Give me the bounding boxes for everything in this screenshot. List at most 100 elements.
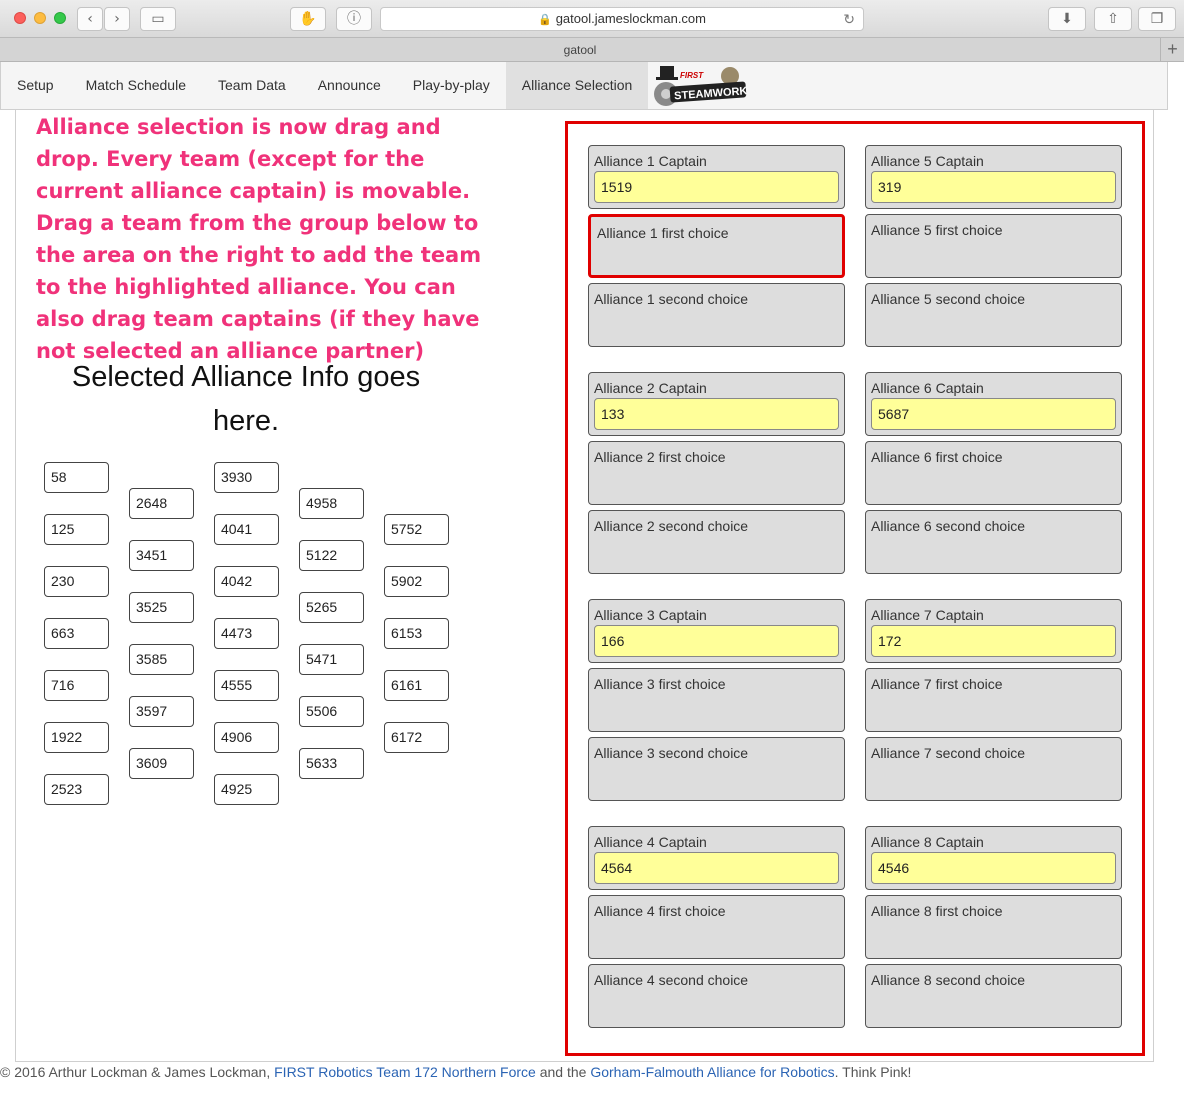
- alliance-2-captain-team[interactable]: 133: [594, 398, 839, 430]
- zoom-window-icon[interactable]: [54, 12, 66, 24]
- team-172-link[interactable]: FIRST Robotics Team 172 Northern Force: [274, 1064, 536, 1080]
- slot-label: Alliance 3 Captain: [594, 607, 707, 623]
- alliance-1-second-choice-slot[interactable]: Alliance 1 second choice: [588, 283, 845, 347]
- team-663[interactable]: 663: [44, 618, 109, 649]
- alliance-7-captain-slot[interactable]: Alliance 7 Captain 172: [865, 599, 1122, 663]
- team-4473[interactable]: 4473: [214, 618, 279, 649]
- team-4041[interactable]: 4041: [214, 514, 279, 545]
- team-716[interactable]: 716: [44, 670, 109, 701]
- team-5752[interactable]: 5752: [384, 514, 449, 545]
- slot-label: Alliance 7 Captain: [871, 607, 984, 623]
- alliance-7-captain-team[interactable]: 172: [871, 625, 1116, 657]
- slot-label: Alliance 5 first choice: [871, 222, 1003, 238]
- team-3585[interactable]: 3585: [129, 644, 194, 675]
- team-125[interactable]: 125: [44, 514, 109, 545]
- team-6172[interactable]: 6172: [384, 722, 449, 753]
- tab-play-by-play[interactable]: Play-by-play: [397, 62, 506, 109]
- team-4042[interactable]: 4042: [214, 566, 279, 597]
- alliance-8-first-choice-slot[interactable]: Alliance 8 first choice: [865, 895, 1122, 959]
- sidebar-icon[interactable]: ▭: [140, 7, 176, 31]
- close-window-icon[interactable]: [14, 12, 26, 24]
- instructions-annotation: Alliance selection is now drag and drop.…: [36, 115, 482, 363]
- share-icon[interactable]: ⇧: [1094, 7, 1132, 31]
- alliance-8-second-choice-slot[interactable]: Alliance 8 second choice: [865, 964, 1122, 1028]
- footer: © 2016 Arthur Lockman & James Lockman, F…: [0, 1064, 912, 1080]
- alliance-4-captain-team[interactable]: 4564: [594, 852, 839, 884]
- extension-icon[interactable]: ✋: [290, 7, 326, 31]
- alliance-7-first-choice-slot[interactable]: Alliance 7 first choice: [865, 668, 1122, 732]
- alliance-8-captain-team[interactable]: 4546: [871, 852, 1116, 884]
- team-6153[interactable]: 6153: [384, 618, 449, 649]
- alliance-5-captain-slot[interactable]: Alliance 5 Captain 319: [865, 145, 1122, 209]
- forward-icon[interactable]: ›: [104, 7, 130, 31]
- team-1922[interactable]: 1922: [44, 722, 109, 753]
- alliance-3-captain-slot[interactable]: Alliance 3 Captain 166: [588, 599, 845, 663]
- team-5471[interactable]: 5471: [299, 644, 364, 675]
- slot-label: Alliance 6 first choice: [871, 449, 1003, 465]
- slot-label: Alliance 1 first choice: [597, 225, 729, 241]
- team-3525[interactable]: 3525: [129, 592, 194, 623]
- alliance-8-captain-slot[interactable]: Alliance 8 Captain 4546: [865, 826, 1122, 890]
- alliance-3-second-choice-slot[interactable]: Alliance 3 second choice: [588, 737, 845, 801]
- team-4906[interactable]: 4906: [214, 722, 279, 753]
- alliance-2-first-choice-slot[interactable]: Alliance 2 first choice: [588, 441, 845, 505]
- team-4925[interactable]: 4925: [214, 774, 279, 805]
- tab-team-data[interactable]: Team Data: [202, 62, 302, 109]
- slot-label: Alliance 4 second choice: [594, 972, 749, 988]
- alliance-4-captain-slot[interactable]: Alliance 4 Captain 4564: [588, 826, 845, 890]
- team-5122[interactable]: 5122: [299, 540, 364, 571]
- back-icon[interactable]: ‹: [77, 7, 103, 31]
- tab-alliance-selection[interactable]: Alliance Selection: [505, 62, 649, 109]
- alliance-2-captain-slot[interactable]: Alliance 2 Captain 133: [588, 372, 845, 436]
- team-5506[interactable]: 5506: [299, 696, 364, 727]
- slot-label: Alliance 4 Captain: [594, 834, 707, 850]
- team-3930[interactable]: 3930: [214, 462, 279, 493]
- slot-label: Alliance 6 second choice: [871, 518, 1026, 534]
- alliance-3-first-choice-slot[interactable]: Alliance 3 first choice: [588, 668, 845, 732]
- alliance-1-first-choice-slot[interactable]: Alliance 1 first choice: [588, 214, 845, 278]
- alliance-4-first-choice-slot[interactable]: Alliance 4 first choice: [588, 895, 845, 959]
- browser-tab-title[interactable]: gatool: [0, 38, 1160, 62]
- team-5633[interactable]: 5633: [299, 748, 364, 779]
- alliance-6-second-choice-slot[interactable]: Alliance 6 second choice: [865, 510, 1122, 574]
- team-3451[interactable]: 3451: [129, 540, 194, 571]
- alliance-5-captain-team[interactable]: 319: [871, 171, 1116, 203]
- alliance-7-second-choice-slot[interactable]: Alliance 7 second choice: [865, 737, 1122, 801]
- alliance-2-second-choice-slot[interactable]: Alliance 2 second choice: [588, 510, 845, 574]
- team-2648[interactable]: 2648: [129, 488, 194, 519]
- alliance-6-captain-slot[interactable]: Alliance 6 Captain 5687: [865, 372, 1122, 436]
- slot-label: Alliance 7 first choice: [871, 676, 1003, 692]
- alliance-3-captain-team[interactable]: 166: [594, 625, 839, 657]
- browser-toolbar: ‹ › ▭ ✋ ⓘ 🔒 gatool.jameslockman.com ↻ ⬇ ⇧…: [0, 0, 1184, 38]
- alliance-4-second-choice-slot[interactable]: Alliance 4 second choice: [588, 964, 845, 1028]
- team-5265[interactable]: 5265: [299, 592, 364, 623]
- alliance-5-second-choice-slot[interactable]: Alliance 5 second choice: [865, 283, 1122, 347]
- team-5902[interactable]: 5902: [384, 566, 449, 597]
- team-58[interactable]: 58: [44, 462, 109, 493]
- reload-icon[interactable]: ↻: [843, 8, 855, 30]
- gfar-link[interactable]: Gorham-Falmouth Alliance for Robotics: [590, 1064, 834, 1080]
- team-4958[interactable]: 4958: [299, 488, 364, 519]
- tabs-overview-icon[interactable]: ❐: [1138, 7, 1176, 31]
- alliance-6-captain-team[interactable]: 5687: [871, 398, 1116, 430]
- alliance-5-first-choice-slot[interactable]: Alliance 5 first choice: [865, 214, 1122, 278]
- reader-icon[interactable]: ⓘ: [336, 7, 372, 31]
- slot-label: Alliance 2 second choice: [594, 518, 749, 534]
- tab-match-schedule[interactable]: Match Schedule: [70, 62, 202, 109]
- tab-setup[interactable]: Setup: [1, 62, 70, 109]
- new-tab-icon[interactable]: +: [1160, 38, 1184, 62]
- minimize-window-icon[interactable]: [34, 12, 46, 24]
- team-230[interactable]: 230: [44, 566, 109, 597]
- team-2523[interactable]: 2523: [44, 774, 109, 805]
- alliance-6-first-choice-slot[interactable]: Alliance 6 first choice: [865, 441, 1122, 505]
- team-4555[interactable]: 4555: [214, 670, 279, 701]
- tab-announce[interactable]: Announce: [302, 62, 397, 109]
- team-3609[interactable]: 3609: [129, 748, 194, 779]
- alliance-1-captain-team[interactable]: 1519: [594, 171, 839, 203]
- alliance-1-captain-slot[interactable]: Alliance 1 Captain 1519: [588, 145, 845, 209]
- team-6161[interactable]: 6161: [384, 670, 449, 701]
- downloads-icon[interactable]: ⬇: [1048, 7, 1086, 31]
- logo-first-text: FIRST: [680, 71, 704, 80]
- team-3597[interactable]: 3597: [129, 696, 194, 727]
- address-bar[interactable]: 🔒 gatool.jameslockman.com ↻: [380, 7, 864, 31]
